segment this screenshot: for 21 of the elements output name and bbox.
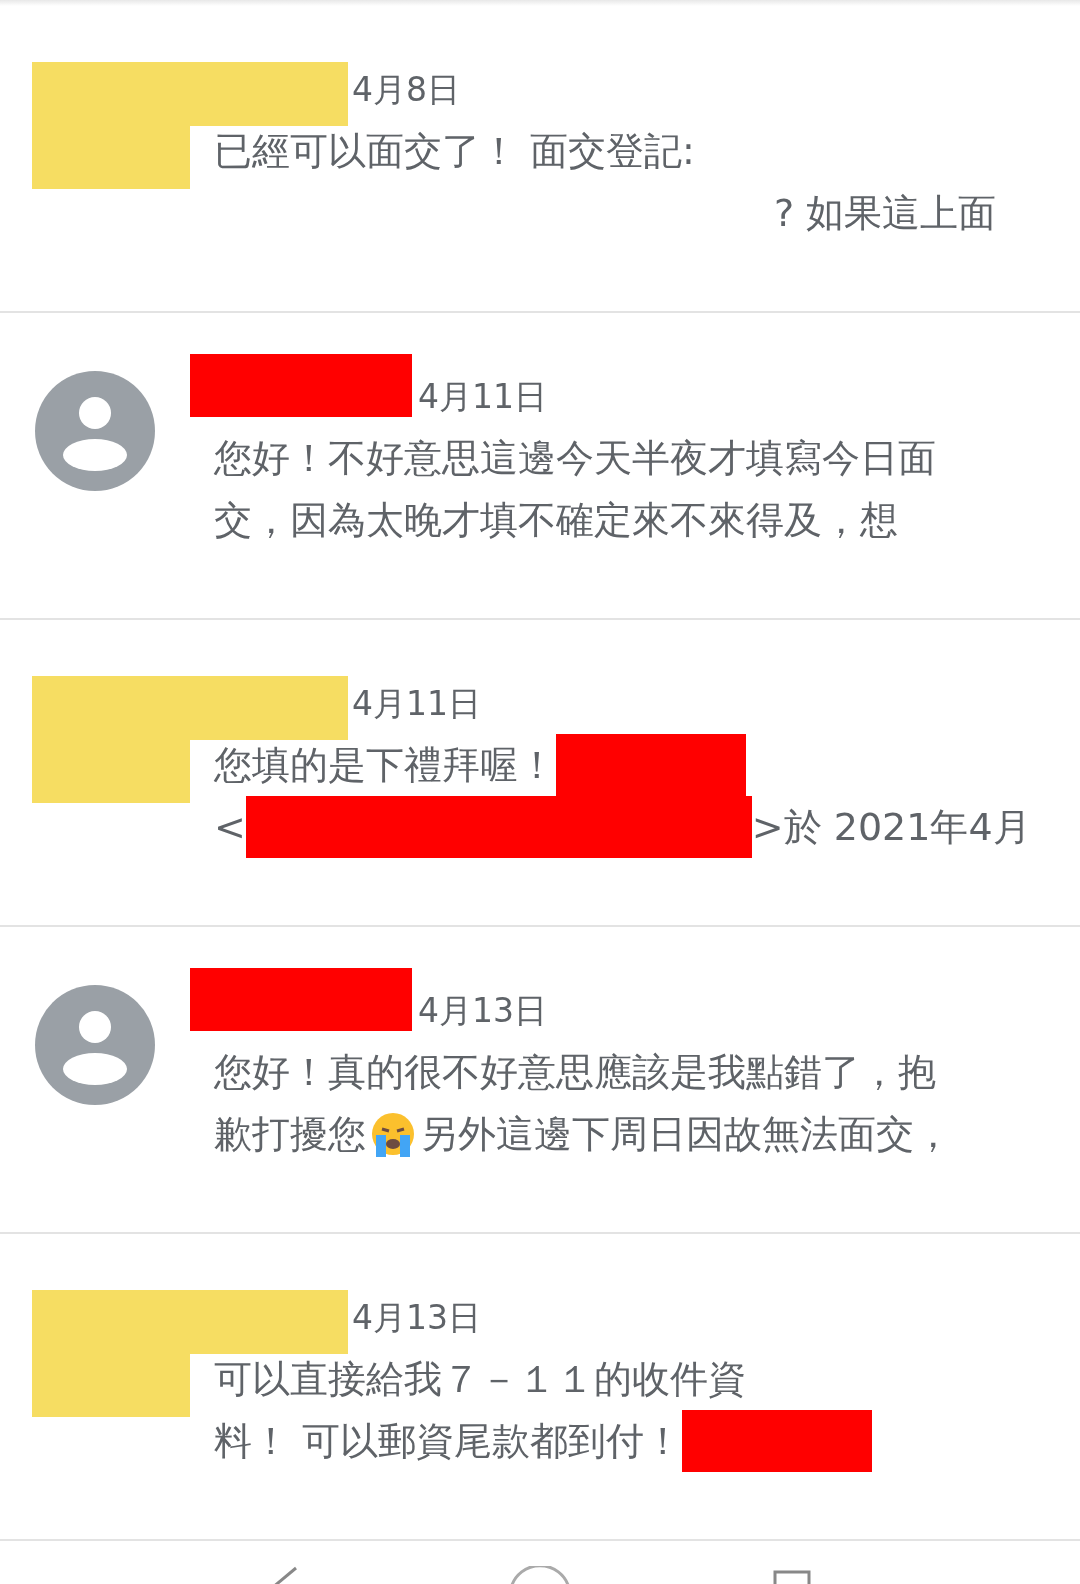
message-date: 4月11日 (418, 377, 547, 417)
avatar-icon[interactable] (35, 985, 155, 1105)
home-icon[interactable] (508, 1566, 572, 1584)
message-text: 已經可以面交了！ 面交登記: (214, 128, 695, 175)
message-text: 交，因為太晚才填不確定來不來得及，想 (214, 497, 898, 544)
message-date: 4月8日 (352, 70, 460, 110)
crying-face-icon (370, 1111, 416, 1157)
message-text: 可以直接給我７－１１的收件資 (214, 1356, 746, 1403)
message-text: < (214, 804, 246, 851)
message-text: >於 2021年4月 (751, 804, 1031, 851)
message-text: 歉打擾您 (214, 1111, 366, 1158)
message-text: 料！ 可以郵資尾款都到付！ (214, 1418, 683, 1465)
message-date: 4月13日 (352, 1298, 481, 1338)
message-text: 另外這邊下周日因故無法面交， (420, 1111, 952, 1158)
message-text: ? 如果這上面 (774, 190, 997, 237)
message-text: 您好！真的很不好意思應該是我點錯了，抱 (214, 1049, 936, 1096)
message-text: 您好！不好意思這邊今天半夜才填寫今日面 (214, 435, 936, 482)
avatar-icon[interactable] (35, 371, 155, 491)
message-text: 您填的是下禮拜喔！ (214, 742, 556, 789)
message-date: 4月13日 (418, 991, 547, 1031)
message-date: 4月11日 (352, 684, 481, 724)
